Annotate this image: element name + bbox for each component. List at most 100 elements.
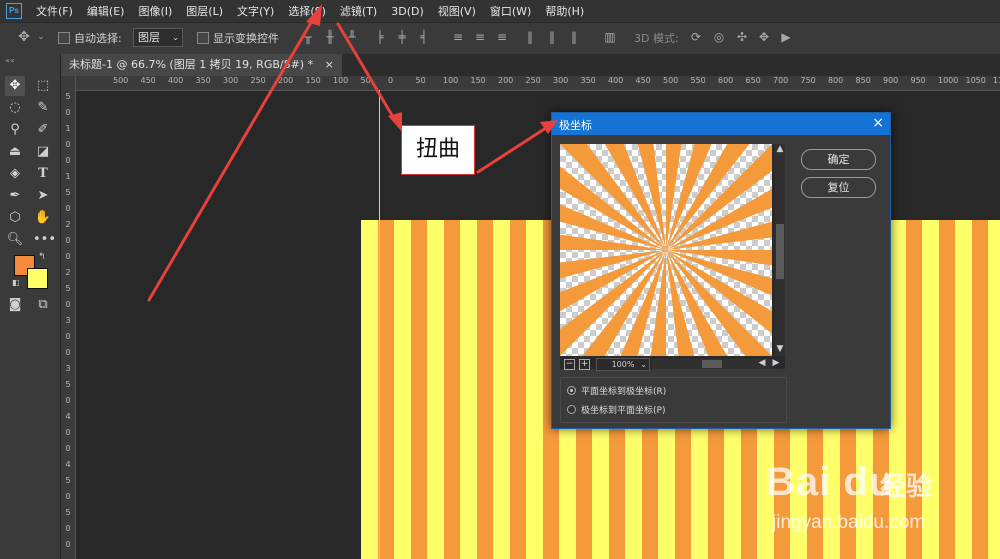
ruler-label: 100 — [333, 76, 349, 85]
default-colors-icon[interactable]: ◧ — [12, 278, 20, 287]
option-rect-to-polar[interactable]: 平面坐标到极坐标(R) — [567, 383, 666, 397]
scroll-up-icon[interactable]: ▲ — [775, 144, 785, 154]
distribute-top-icon[interactable]: ≡ — [452, 30, 464, 44]
menu-select[interactable]: 选择(S) — [288, 3, 326, 19]
baidu-watermark: Bai du 经验 jingyan.baidu.com — [760, 450, 1000, 550]
move-tool-icon[interactable]: ✥ — [16, 30, 32, 44]
show-transform-checkbox[interactable] — [197, 32, 209, 44]
ok-button[interactable]: 确定 — [801, 149, 876, 170]
zoom-out-button[interactable]: − — [564, 359, 575, 370]
collapse-icon[interactable]: «« — [5, 56, 15, 65]
screen-mode-icon[interactable]: ⧉ — [33, 295, 53, 315]
camera-3d-icon[interactable]: ▶ — [780, 30, 792, 44]
menu-window[interactable]: 窗口(W) — [490, 3, 531, 19]
pan-3d-icon[interactable]: ✣ — [736, 30, 748, 44]
ruler-label: 1 — [65, 124, 71, 133]
auto-select-checkbox[interactable] — [58, 32, 70, 44]
dialog-title: 极坐标 — [559, 119, 592, 132]
move-icon[interactable]: ✥ — [5, 76, 25, 96]
menu-edit[interactable]: 编辑(E) — [87, 3, 125, 19]
history-brush-icon[interactable]: ◈ — [5, 164, 25, 184]
align-hcenter-icon[interactable]: ╪ — [396, 30, 408, 44]
chevron-down-icon[interactable]: ⌄ — [35, 30, 47, 44]
filter-preview[interactable]: ▲ ▼ — [560, 144, 785, 369]
stamp-icon[interactable]: ⏏ — [5, 142, 25, 162]
align-vcenter-icon[interactable]: ╫ — [324, 30, 336, 44]
more-icon[interactable]: ••• — [33, 230, 56, 250]
preview-horizontal-scrollbar[interactable] — [652, 359, 774, 369]
zoom-icon[interactable]: 🔍︎ — [5, 230, 25, 250]
brush-icon[interactable]: ✐ — [33, 120, 53, 140]
ruler-label: 300 — [553, 76, 569, 85]
radio-rect-to-polar[interactable] — [567, 385, 576, 395]
radio-polar-to-rect[interactable] — [567, 404, 576, 414]
reset-button[interactable]: 复位 — [801, 177, 876, 198]
ruler-label: 4 — [65, 412, 71, 421]
close-icon[interactable]: × — [872, 115, 884, 131]
show-transform-label: 显示变换控件 — [213, 32, 279, 45]
menu-filter[interactable]: 滤镜(T) — [340, 3, 377, 19]
align-right-icon[interactable]: ╡ — [418, 30, 430, 44]
dialog-title-bar[interactable]: 极坐标 × — [552, 113, 890, 135]
ruler-label: 100 — [443, 76, 459, 85]
ruler-label: 0 — [65, 252, 71, 261]
ruler-label: 0 — [65, 540, 71, 549]
pen-icon[interactable]: ✒ — [5, 186, 25, 206]
type-icon[interactable]: T — [33, 164, 53, 184]
distribute-hcenter-icon[interactable]: ‖ — [546, 30, 558, 44]
ruler-label: 1000 — [938, 76, 959, 85]
scroll-down-icon[interactable]: ▼ — [775, 344, 785, 354]
scroll-thumb[interactable] — [776, 224, 784, 279]
ruler-label: 450 — [140, 76, 156, 85]
conversion-options: 平面坐标到极坐标(R) 极坐标到平面坐标(P) — [560, 377, 787, 423]
background-color-swatch[interactable] — [27, 268, 48, 289]
document-tab[interactable]: 未标题-1 @ 66.7% (图层 1 拷贝 19, RGB/8#) * × — [61, 54, 342, 76]
lasso-icon[interactable]: ◌ — [5, 98, 25, 118]
menu-view[interactable]: 视图(V) — [438, 3, 476, 19]
ruler-label: 0 — [65, 492, 71, 501]
ruler-label: 150 — [470, 76, 486, 85]
quick-mask-icon[interactable]: ◙ — [5, 295, 25, 315]
align-top-icon[interactable]: ╥ — [302, 30, 314, 44]
auto-select-dropdown[interactable]: 图层 ⌄ — [133, 28, 183, 47]
eyedropper-icon[interactable]: ⚲ — [5, 120, 25, 140]
menu-image[interactable]: 图像(I) — [138, 3, 172, 19]
quick-select-icon[interactable]: ✎ — [33, 98, 53, 118]
annotation-callout: 扭曲 — [401, 125, 475, 175]
scroll-thumb[interactable] — [702, 360, 722, 368]
scroll-left-icon[interactable]: ◀ — [757, 358, 767, 368]
menu-3d[interactable]: 3D(D) — [391, 5, 424, 18]
rotate-view-icon[interactable]: ✋ — [33, 208, 53, 228]
auto-align-icon[interactable]: ▥ — [604, 30, 616, 44]
path-select-icon[interactable]: ➤ — [33, 186, 53, 206]
guide-line[interactable] — [379, 90, 380, 559]
align-bottom-icon[interactable]: ╨ — [346, 30, 358, 44]
distribute-right-icon[interactable]: ‖ — [568, 30, 580, 44]
ruler-label: 500 — [113, 76, 129, 85]
eraser-icon[interactable]: ◪ — [33, 142, 53, 162]
menu-file[interactable]: 文件(F) — [36, 3, 73, 19]
ruler-label: 0 — [65, 204, 71, 213]
menu-layer[interactable]: 图层(L) — [186, 3, 223, 19]
zoom-in-button[interactable]: + — [579, 359, 590, 370]
marquee-icon[interactable]: ⬚ — [33, 76, 53, 96]
scroll-right-icon[interactable]: ▶ — [771, 358, 781, 368]
align-left-icon[interactable]: ╞ — [374, 30, 386, 44]
polar-coordinates-dialog: 极坐标 × ▲ ▼ − + 100% ⌄ ◀ ▶ 确定 复位 平面坐标到极坐标(… — [551, 112, 891, 429]
distribute-left-icon[interactable]: ‖ — [524, 30, 536, 44]
preview-vertical-scrollbar[interactable]: ▲ ▼ — [775, 144, 785, 356]
menu-help[interactable]: 帮助(H) — [545, 3, 584, 19]
distribute-bottom-icon[interactable]: ≡ — [496, 30, 508, 44]
slide-3d-icon[interactable]: ✥ — [758, 30, 770, 44]
zoom-level[interactable]: 100% ⌄ — [596, 358, 650, 371]
orbit-3d-icon[interactable]: ⟳ — [690, 30, 702, 44]
close-tab-icon[interactable]: × — [325, 58, 334, 71]
baidu-logo: Bai du — [766, 460, 895, 504]
shape-icon[interactable]: ⬡ — [5, 208, 25, 228]
option-polar-to-rect[interactable]: 极坐标到平面坐标(P) — [567, 402, 665, 416]
distribute-vcenter-icon[interactable]: ≡ — [474, 30, 486, 44]
swap-colors-icon[interactable]: ↰ — [38, 252, 46, 262]
ruler-label: 5 — [65, 284, 71, 293]
roll-3d-icon[interactable]: ◎ — [713, 30, 725, 44]
menu-type[interactable]: 文字(Y) — [237, 3, 274, 19]
